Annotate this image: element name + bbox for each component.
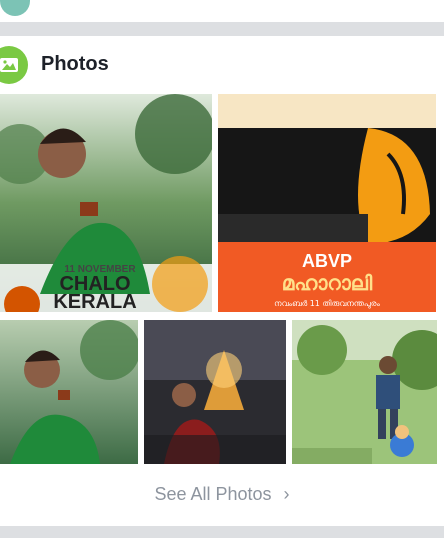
maharali-label: മഹാറാലി [282,271,373,295]
date-place-label: നവംബർ 11 തിരുവനന്തപുരം [274,299,380,308]
abvp-label: ABVP [302,251,352,271]
chevron-right-icon: › [283,484,290,504]
chalo-kerala-poster-text: 11 NOVEMBER CHALO KERALA [53,264,136,312]
location-pin-icon [0,0,30,16]
photo-icon [0,46,28,84]
section-title: Photos [41,53,109,75]
see-all-photos-label: See All Photos [154,484,272,504]
see-all-photos-link[interactable]: See All Photos › [0,484,444,505]
photo-man-drinking-tea[interactable] [0,320,138,464]
photo-chalo-kerala[interactable]: 11 NOVEMBER CHALO KERALA [0,94,212,312]
photo-abvp-poster[interactable]: ABVP മഹാറാലി നവംബർ 11 തിരുവനന്തപുരം [218,94,436,312]
photos-card: Photos 11 NOVEMBER CHALO KERALA ABVP മഹാ… [0,36,444,526]
previous-section-fragment [0,0,444,22]
svg-text:KERALA: KERALA [53,291,136,312]
section-divider [0,530,444,538]
photo-man-in-field[interactable] [292,320,437,464]
photo-man-with-lamp[interactable] [144,320,286,464]
